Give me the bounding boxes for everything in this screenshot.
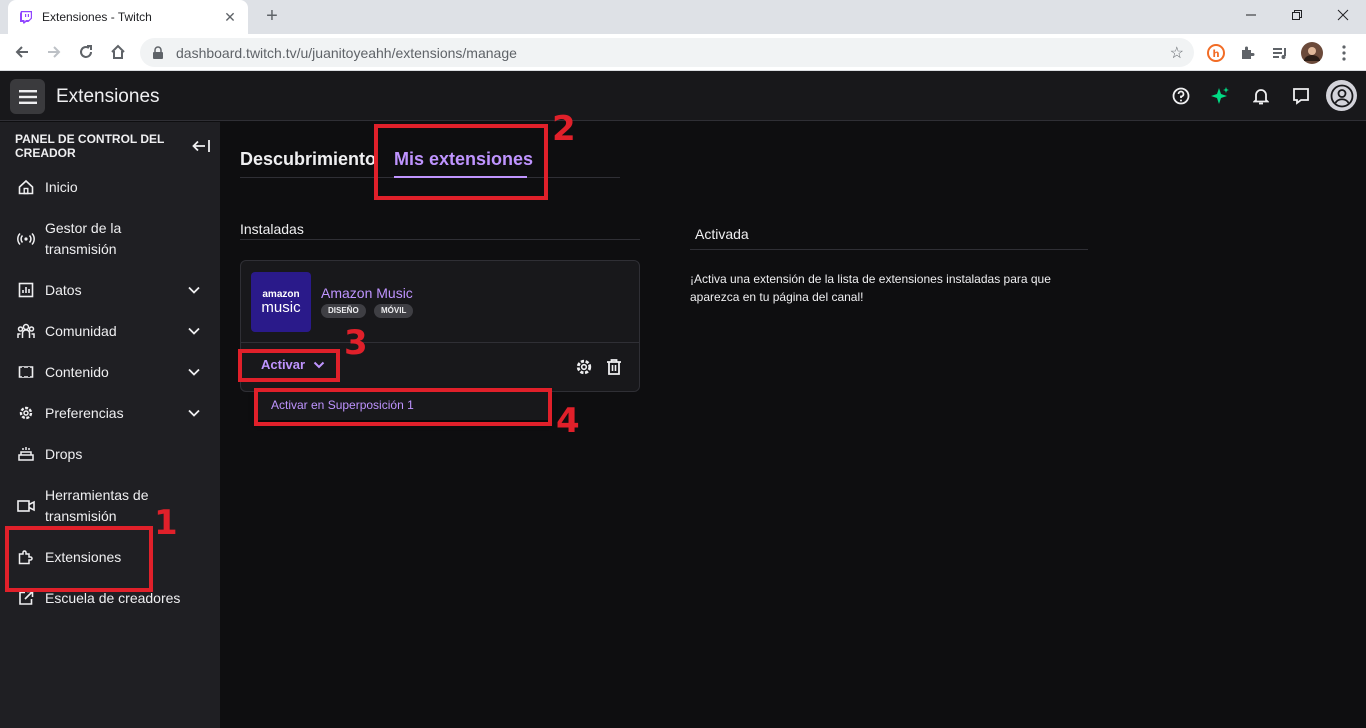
sidebar-item-label: Contenido	[45, 364, 109, 380]
amazon-music-logo: amazon music	[251, 272, 311, 332]
media-playlist-icon[interactable]	[1269, 42, 1291, 64]
card-divider	[241, 342, 639, 343]
sidebar-item-label: Preferencias	[45, 405, 124, 421]
twitch-favicon-icon	[18, 9, 34, 25]
tab-title: Extensiones - Twitch	[42, 10, 152, 24]
browser-menu-icon[interactable]	[1333, 42, 1355, 64]
hamburger-menu-icon[interactable]	[10, 79, 45, 114]
installed-heading: Instaladas	[240, 221, 304, 237]
new-tab-button[interactable]: +	[260, 5, 284, 29]
annotation-box-4	[254, 388, 552, 426]
installed-divider	[240, 239, 640, 240]
sidebar-item-label: Gestor de la transmisión	[45, 220, 122, 257]
sidebar-item-label: Comunidad	[45, 323, 117, 339]
back-arrow-icon[interactable]	[8, 38, 36, 66]
home-icon[interactable]	[104, 38, 132, 66]
reload-icon[interactable]	[72, 38, 100, 66]
extension-name[interactable]: Amazon Music	[321, 285, 413, 301]
url-text: dashboard.twitch.tv/u/juanitoyeahh/exten…	[176, 44, 517, 61]
honey-extension-icon[interactable]: h	[1205, 42, 1227, 64]
chevron-down-icon	[187, 324, 203, 340]
sidebar-heading: PANEL DE CONTROL DEL CREADOR	[15, 132, 165, 160]
svg-text:h: h	[1212, 49, 1219, 60]
profile-avatar-icon[interactable]	[1301, 42, 1323, 64]
tag-movil: MÓVIL	[374, 304, 414, 318]
restore-icon[interactable]	[1274, 0, 1320, 30]
community-icon	[17, 322, 35, 340]
activated-heading: Activada	[695, 226, 749, 242]
sidebar-item-label: Datos	[45, 282, 82, 298]
extensions-puzzle-icon[interactable]	[1237, 42, 1259, 64]
creator-sidebar: PANEL DE CONTROL DEL CREADOR Inicio Gest…	[0, 122, 220, 728]
collapse-sidebar-icon[interactable]	[192, 137, 212, 155]
window-close-icon[interactable]	[1320, 0, 1366, 30]
browser-toolbar: dashboard.twitch.tv/u/juanitoyeahh/exten…	[0, 34, 1366, 71]
annotation-number-2: 2	[552, 109, 576, 149]
content-icon	[17, 363, 35, 381]
tab-close-icon[interactable]: ✕	[222, 9, 238, 26]
annotation-box-1	[5, 526, 153, 592]
address-bar[interactable]: dashboard.twitch.tv/u/juanitoyeahh/exten…	[140, 38, 1194, 67]
settings-gear-icon[interactable]	[575, 358, 593, 376]
settings-gear-icon	[17, 404, 35, 422]
analytics-icon	[17, 281, 35, 299]
annotation-box-2	[374, 124, 548, 200]
logo-text-top: amazon	[262, 288, 300, 300]
chevron-down-icon	[187, 406, 203, 422]
browser-tab-bar: Extensiones - Twitch ✕ +	[0, 0, 1366, 34]
tab-descubrimiento[interactable]: Descubrimiento	[240, 149, 376, 170]
sparkle-icon[interactable]	[1208, 84, 1232, 108]
activated-divider	[690, 249, 1088, 250]
browser-tab[interactable]: Extensiones - Twitch ✕	[8, 0, 248, 34]
notifications-bell-icon[interactable]	[1249, 84, 1273, 108]
activated-message: ¡Activa una extensión de la lista de ext…	[690, 272, 1051, 304]
annotation-box-3	[238, 349, 340, 382]
help-icon[interactable]	[1169, 84, 1193, 108]
camera-icon	[17, 497, 35, 515]
home-icon	[17, 178, 35, 196]
drops-icon	[17, 445, 35, 463]
tag-diseno: DISEÑO	[321, 304, 366, 318]
delete-trash-icon[interactable]	[605, 358, 623, 376]
app-header: Extensiones	[0, 71, 1366, 121]
forward-arrow-icon[interactable]	[40, 38, 68, 66]
chevron-down-icon	[187, 283, 203, 299]
bookmark-star-icon[interactable]: ☆	[1170, 43, 1184, 63]
sidebar-item-label: Drops	[45, 446, 83, 462]
logo-text-bottom: music	[261, 298, 301, 316]
user-avatar-icon[interactable]	[1326, 80, 1357, 111]
annotation-number-1: 1	[154, 503, 178, 543]
annotation-number-3: 3	[344, 323, 368, 363]
sidebar-item-label: Inicio	[45, 179, 78, 195]
annotation-number-4: 4	[556, 401, 580, 441]
minimize-icon[interactable]	[1228, 0, 1274, 30]
broadcast-icon	[17, 230, 35, 248]
whispers-chat-icon[interactable]	[1289, 84, 1313, 108]
lock-icon	[152, 45, 166, 60]
page-title: Extensiones	[56, 86, 160, 107]
chevron-down-icon	[187, 365, 203, 381]
